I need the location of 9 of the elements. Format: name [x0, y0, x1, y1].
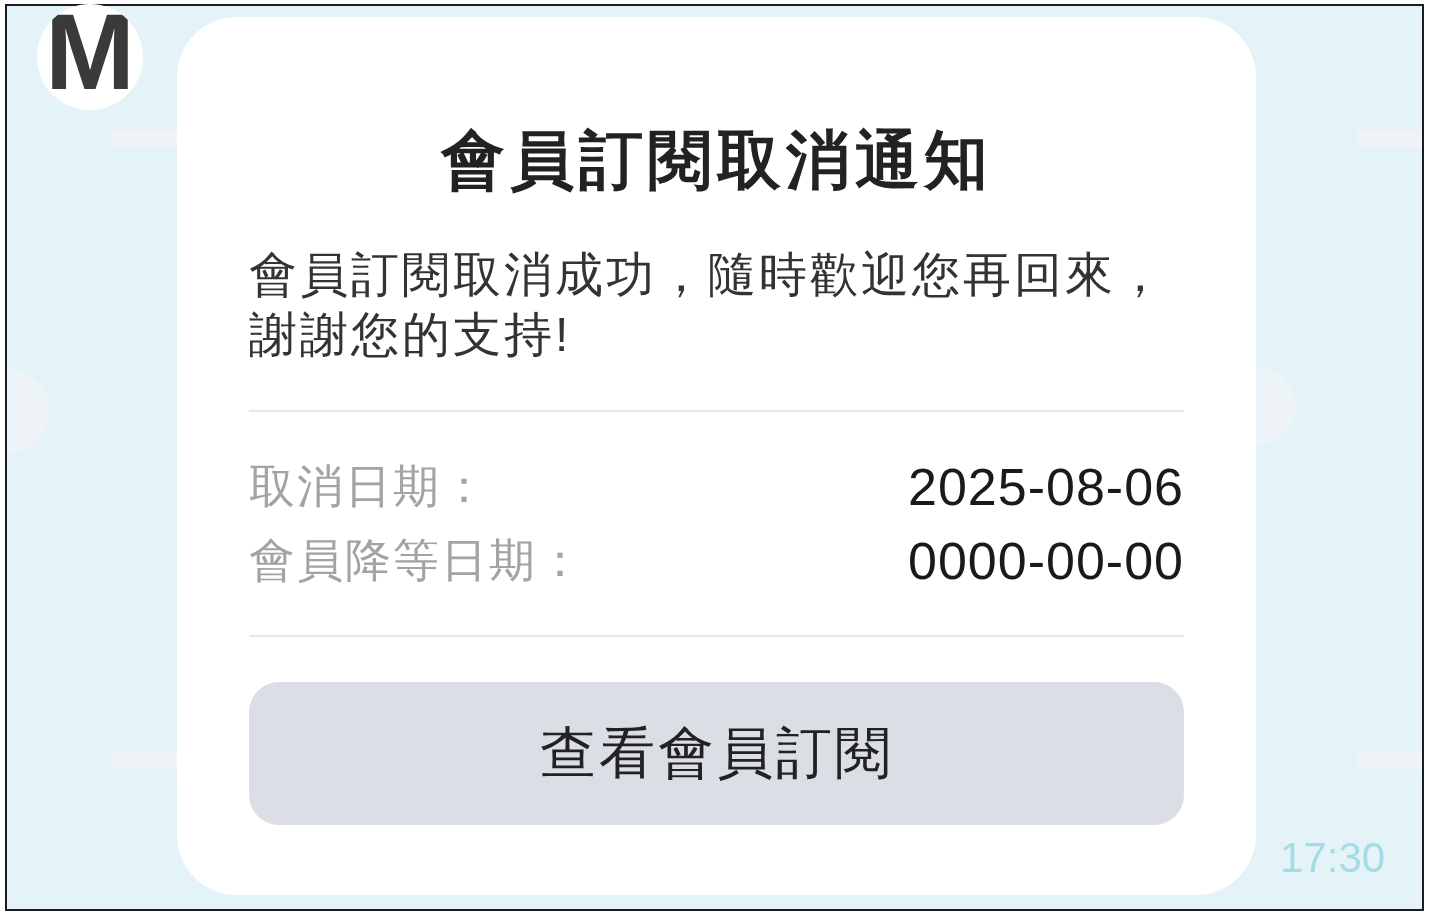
- detail-value: 0000-00-00: [908, 531, 1184, 591]
- notification-title: 會員訂閱取消通知: [439, 123, 994, 198]
- detail-value: 2025-08-06: [908, 457, 1184, 517]
- detail-label: 會員降等日期：: [249, 533, 585, 588]
- avatar-logo: M: [37, 4, 143, 110]
- message-text: 會員訂閱取消成功，隨時歡迎您再回來，謝謝您的支持!: [249, 247, 1168, 363]
- detail-label: 取消日期：: [249, 459, 489, 514]
- view-subscription-button[interactable]: 查看會員訂閱: [249, 682, 1184, 825]
- timestamp: 17:30: [1280, 833, 1386, 883]
